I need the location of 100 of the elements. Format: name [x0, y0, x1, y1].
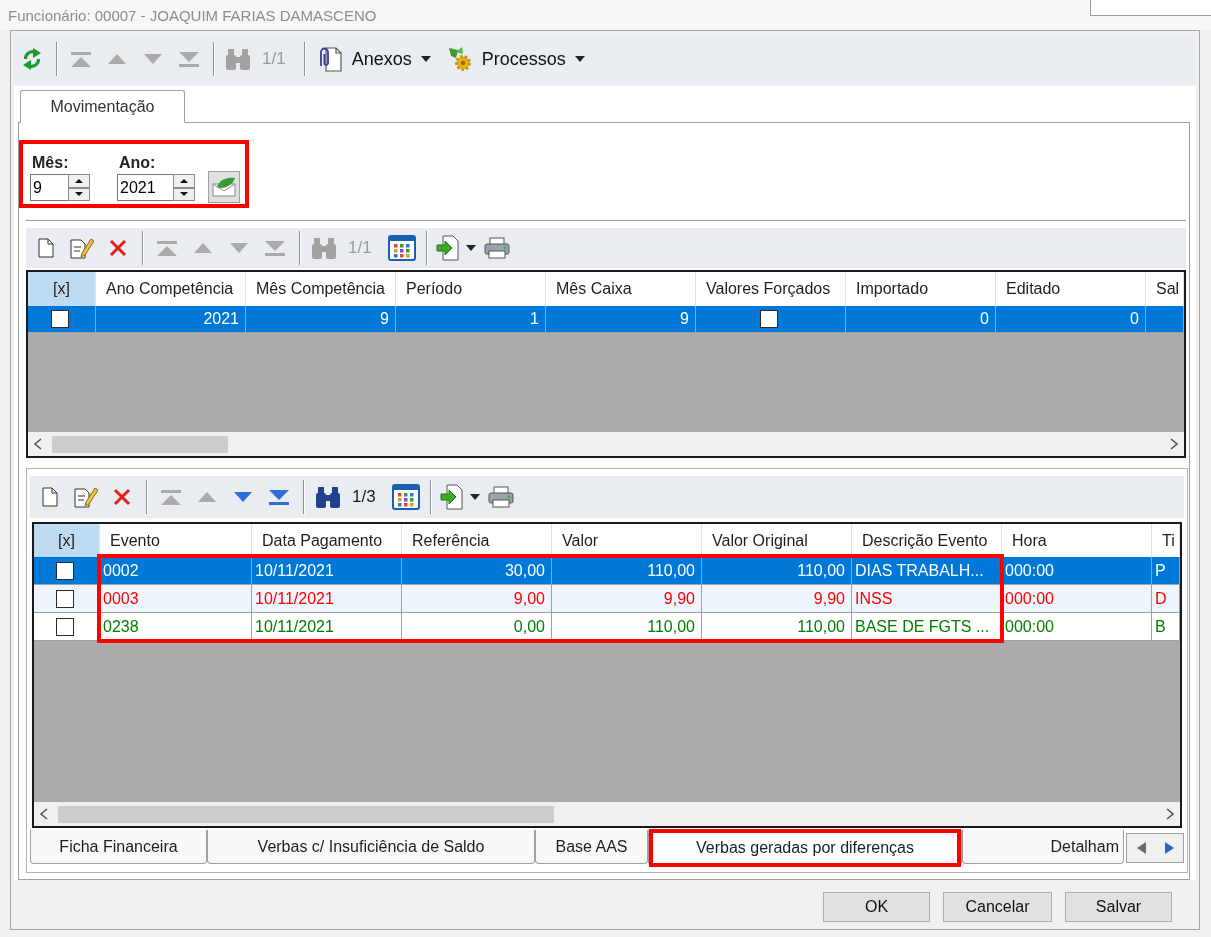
bar-triangle-up-icon — [157, 240, 177, 256]
column-header[interactable]: Período — [396, 272, 546, 306]
caret-icon — [465, 245, 476, 251]
table-cell: 10/11/2021 — [252, 557, 402, 584]
table-cell: B — [1152, 613, 1180, 640]
spin-up-button[interactable] — [173, 174, 195, 188]
edit-page-icon — [74, 486, 98, 508]
spin-up-button[interactable] — [68, 174, 90, 188]
x-icon — [113, 488, 131, 506]
chevron-right-icon — [1166, 808, 1174, 820]
period-action-button[interactable] — [208, 171, 240, 203]
triangle-up-icon — [180, 178, 188, 183]
column-header[interactable]: Hora — [1002, 524, 1152, 557]
triangle-down-icon — [230, 243, 248, 253]
chevron-left-icon — [34, 438, 42, 450]
checkbox[interactable] — [760, 310, 778, 328]
table-row[interactable]: 0003 10/11/2021 9,00 9,90 9,90 INSS 000:00 D — [34, 585, 1180, 613]
dialog-button[interactable]: Cancelar — [943, 892, 1052, 922]
triangle-down-icon — [234, 492, 252, 502]
dialog-button[interactable]: Salvar — [1065, 892, 1172, 922]
tab[interactable]: Ficha Financeira — [30, 830, 207, 864]
triangle-bar-down-icon — [269, 489, 289, 505]
caret-icon — [420, 56, 431, 62]
checkbox[interactable] — [56, 617, 74, 636]
year-field[interactable]: 2021 — [117, 174, 173, 201]
triangle-up-icon — [198, 492, 216, 502]
column-header[interactable]: Mês Caixa — [546, 272, 696, 306]
tab[interactable]: Verbas c/ Insuficiência de Saldo — [207, 830, 535, 864]
table-cell: 0 — [996, 306, 1146, 332]
attachments-menu-button[interactable]: Anexos — [310, 42, 437, 76]
table-cell: 9,90 — [552, 585, 702, 612]
tab[interactable]: Movimentação — [20, 90, 185, 123]
grid-icon — [391, 484, 420, 510]
table-row[interactable]: 0002 10/11/2021 30,00 110,00 110,00 DIAS TRABALH... 000:00 P — [34, 557, 1180, 585]
column-header[interactable]: [x] — [28, 272, 96, 306]
refresh-icon — [22, 48, 42, 70]
table-cell: 110,00 — [552, 613, 702, 640]
binoculars-icon — [312, 237, 336, 259]
caret-icon — [574, 56, 585, 62]
column-header[interactable]: Valores Forçados — [696, 272, 846, 306]
month-label: Mês: — [31, 153, 70, 172]
table-cell: 30,00 — [402, 557, 552, 584]
triangle-down-icon — [180, 192, 188, 197]
printer-icon — [487, 486, 514, 508]
binoculars-icon — [316, 486, 340, 508]
processes-menu-button[interactable]: Processos — [440, 42, 591, 76]
dialog-button[interactable]: OK — [823, 892, 930, 922]
window-title: Funcionário: 00007 - JOAQUIM FARIAS DAMASCENO — [8, 6, 377, 24]
column-header[interactable]: Ti — [1152, 524, 1180, 557]
table-cell: 0,00 — [402, 613, 552, 640]
tab[interactable]: Verbas geradas por diferenças — [648, 830, 962, 866]
checkbox[interactable] — [56, 589, 74, 608]
chevron-left-icon — [40, 808, 48, 820]
gears-icon — [446, 46, 473, 72]
column-header[interactable]: Editado — [996, 272, 1146, 306]
horizontal-scrollbar[interactable] — [34, 802, 1180, 826]
page-icon — [38, 238, 54, 258]
table-row[interactable]: 2021 9 1 9 0 0 — [28, 306, 1184, 333]
triangle-down-icon — [144, 54, 162, 64]
table-cell: BASE DE FGTS ... — [852, 613, 1002, 640]
grid-icon — [387, 235, 416, 261]
column-header[interactable]: Sal — [1146, 272, 1184, 306]
table-cell: 9 — [546, 306, 696, 332]
bar-triangle-up-icon — [71, 51, 91, 67]
scrollbar-thumb[interactable] — [58, 805, 554, 823]
page-icon — [42, 487, 58, 507]
table-cell: 110,00 — [702, 557, 852, 584]
table-cell: 0003 — [100, 585, 252, 612]
page-arrow-icon — [435, 235, 460, 261]
checkbox[interactable] — [56, 561, 74, 580]
table-cell: D — [1152, 585, 1180, 612]
tab[interactable]: Base AAS — [535, 830, 648, 864]
table-cell: 110,00 — [702, 613, 852, 640]
scrollbar-thumb[interactable] — [52, 435, 228, 453]
table-cell: 0002 — [100, 557, 252, 584]
column-header[interactable]: [x] — [34, 524, 100, 557]
record-counter: 1/1 — [262, 49, 286, 69]
triangle-bar-down-icon — [265, 240, 285, 256]
table-cell: 000:00 — [1002, 613, 1152, 640]
checkbox[interactable] — [51, 310, 69, 328]
column-header[interactable]: Ano Competência — [96, 272, 246, 306]
table-row[interactable]: 0238 10/11/2021 0,00 110,00 110,00 BASE DE FGTS ... 000:00 B — [34, 613, 1180, 641]
caret-icon — [469, 494, 480, 500]
horizontal-scrollbar[interactable] — [28, 432, 1184, 456]
table-cell: 1 — [396, 306, 546, 332]
tab[interactable]: Detalham — [962, 830, 1124, 864]
month-field[interactable]: 9 — [30, 174, 68, 201]
table-cell: 2021 — [96, 306, 246, 332]
record-counter: 1/3 — [352, 487, 376, 507]
column-header[interactable]: Importado — [846, 272, 996, 306]
column-header[interactable]: Mês Competência — [246, 272, 396, 306]
table-cell: P — [1152, 557, 1180, 584]
x-icon — [109, 239, 127, 257]
edit-page-icon — [70, 237, 94, 259]
table-cell: 110,00 — [552, 557, 702, 584]
table-cell: DIAS TRABALH... — [852, 557, 1002, 584]
table-cell: 9,00 — [402, 585, 552, 612]
bar-triangle-up-icon — [161, 489, 181, 505]
envelope-leaf-icon — [212, 177, 236, 197]
record-counter: 1/1 — [348, 238, 372, 258]
